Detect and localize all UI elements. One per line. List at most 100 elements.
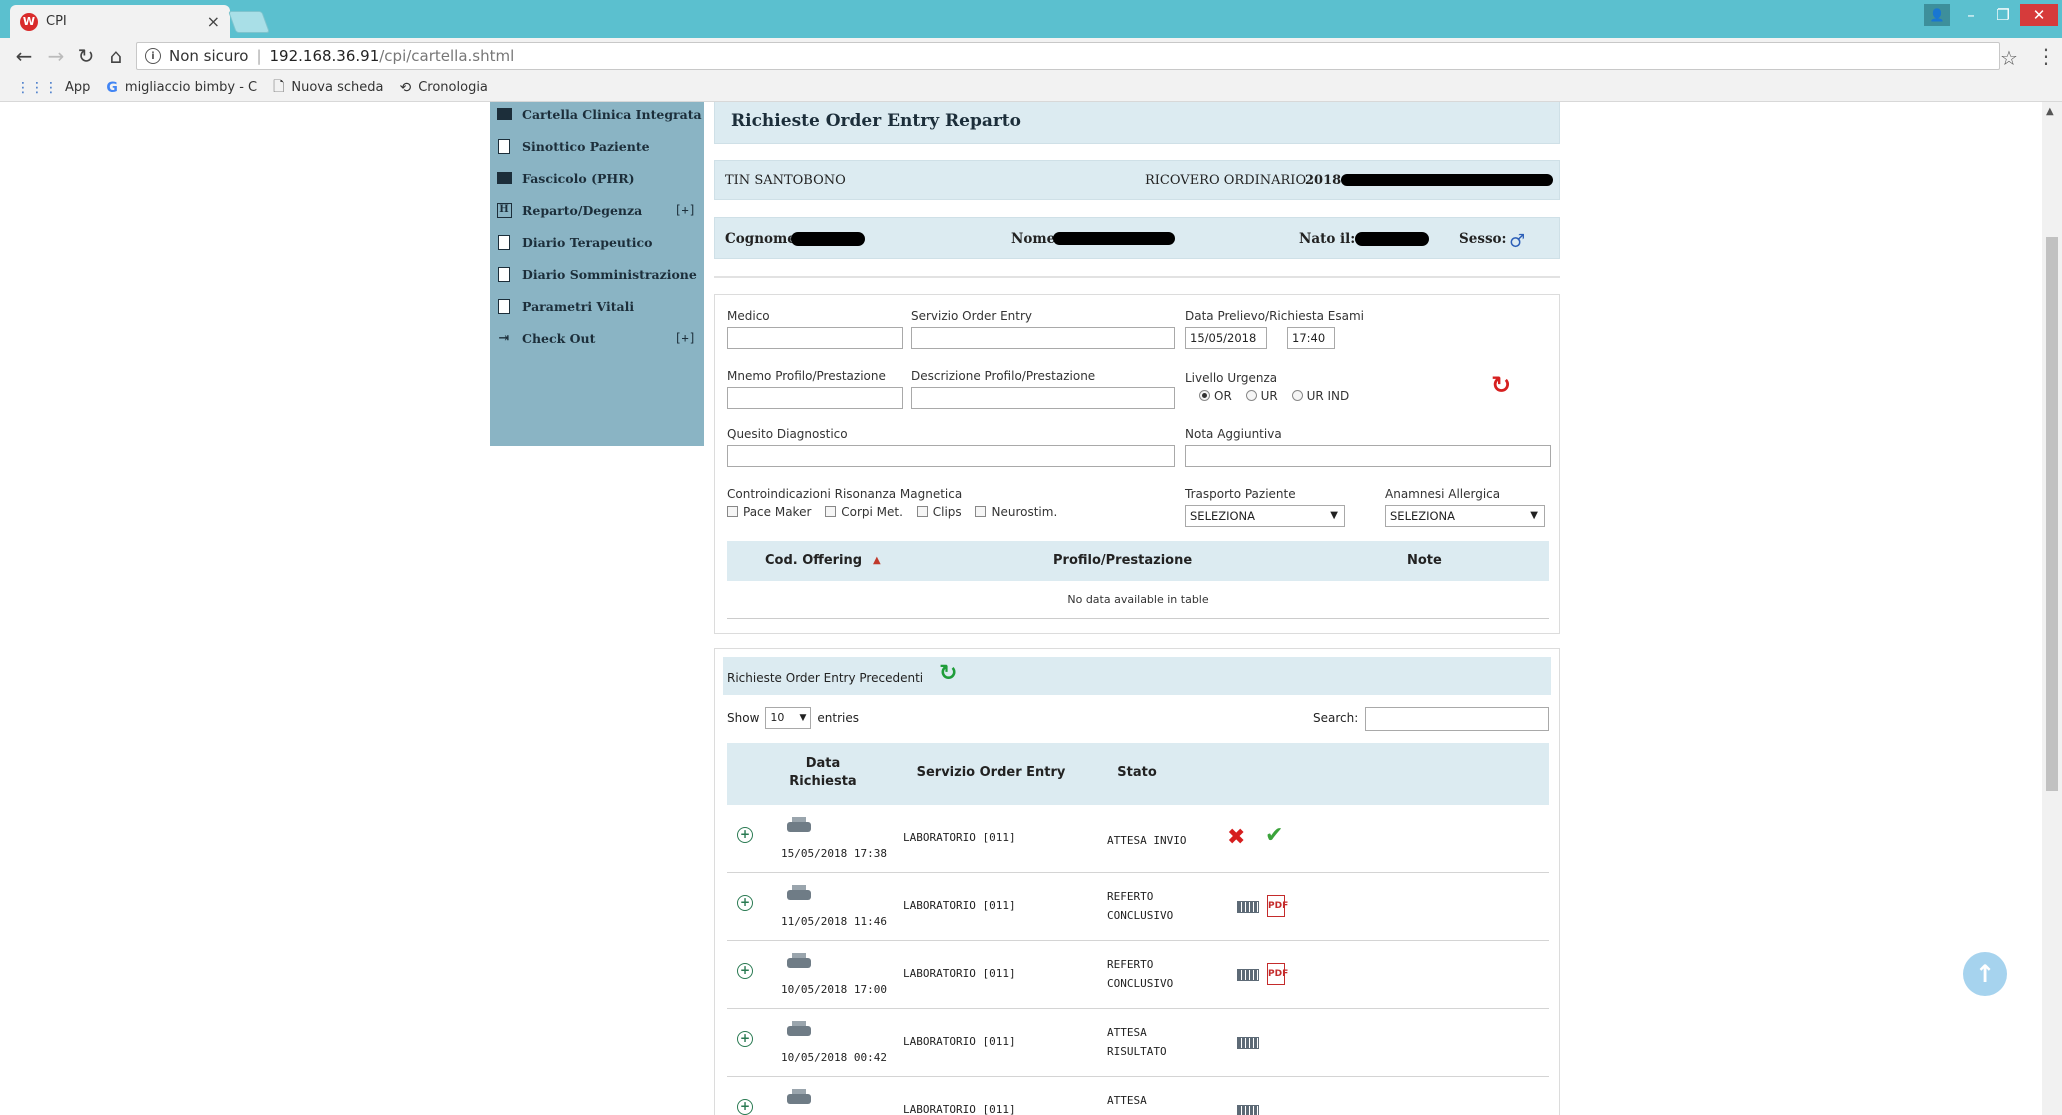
neurostim-option[interactable]: Neurostim. bbox=[975, 505, 1057, 519]
sidebar-item-diario-terapeutico[interactable]: Diario Terapeutico bbox=[490, 226, 704, 258]
sidebar-item-sinottico[interactable]: Sinottico Paziente bbox=[490, 130, 704, 162]
checkbox[interactable] bbox=[975, 506, 987, 517]
checkbox[interactable] bbox=[727, 506, 738, 517]
quesito-input[interactable] bbox=[727, 445, 1175, 467]
request-date: 11/05/2018 11:46 bbox=[781, 915, 887, 928]
expand-plus-icon[interactable]: + bbox=[737, 895, 753, 911]
radio-button[interactable] bbox=[1245, 390, 1257, 401]
expand-plus[interactable]: [+] bbox=[674, 331, 696, 345]
checkbox[interactable] bbox=[916, 506, 928, 517]
patient-bar: Cognome: Nome: Nato il: Sesso: ♂ bbox=[714, 217, 1560, 259]
anamnesi-select[interactable]: SELEZIONA ▼ bbox=[1385, 505, 1545, 527]
radio-button[interactable] bbox=[1291, 390, 1303, 401]
table-row[interactable]: + 10/05/2018 17:00 LABORATORIO [011] REF… bbox=[727, 941, 1549, 1009]
grid-icon[interactable] bbox=[1237, 901, 1259, 913]
home-icon[interactable]: ⌂ bbox=[104, 44, 128, 68]
expand-plus-icon[interactable]: + bbox=[737, 1099, 753, 1115]
grid-icon[interactable] bbox=[1237, 969, 1259, 981]
restore-button[interactable]: ❐ bbox=[1988, 4, 2018, 26]
sidebar-item-fascicolo[interactable]: Fascicolo (PHR) bbox=[490, 162, 704, 194]
refresh-icon[interactable]: ↻ bbox=[939, 661, 957, 686]
table-row[interactable]: + LABORATORIO [011] ATTESA bbox=[727, 1077, 1549, 1115]
expand-plus-icon[interactable]: + bbox=[737, 827, 753, 843]
bookmark-cronologia[interactable]: ⟲ Cronologia bbox=[399, 80, 487, 96]
corpi-met-option[interactable]: Corpi Met. bbox=[825, 505, 903, 519]
printer-icon[interactable] bbox=[787, 817, 811, 835]
bookmark-apps[interactable]: ⋮⋮⋮ App bbox=[16, 80, 90, 96]
scrollbar-thumb[interactable] bbox=[2046, 237, 2058, 791]
table-row[interactable]: + 11/05/2018 11:46 LABORATORIO [011] REF… bbox=[727, 873, 1549, 941]
sidebar-item-cartella[interactable]: Cartella Clinica Integrata bbox=[490, 102, 704, 130]
printer-icon[interactable] bbox=[787, 953, 811, 971]
urgenza-ur-option[interactable]: UR bbox=[1245, 389, 1278, 403]
servizio-input[interactable] bbox=[911, 327, 1175, 349]
sidebar-item-reparto[interactable]: H Reparto/Degenza [+] bbox=[490, 194, 704, 226]
expand-plus-icon[interactable]: + bbox=[737, 963, 753, 979]
scroll-to-top-button[interactable]: ↑ bbox=[1963, 952, 2007, 996]
sidebar-item-parametri-vitali[interactable]: Parametri Vitali bbox=[490, 290, 704, 322]
pdf-icon[interactable]: PDF bbox=[1267, 963, 1288, 985]
table-row[interactable]: + 15/05/2018 17:38 LABORATORIO [011] ATT… bbox=[727, 805, 1549, 873]
col-servizio[interactable]: Servizio Order Entry bbox=[903, 765, 1079, 780]
pdf-icon[interactable]: PDF bbox=[1267, 895, 1288, 917]
grid-icon[interactable] bbox=[1237, 1105, 1259, 1115]
time-input[interactable]: 17:40 bbox=[1287, 327, 1335, 349]
printer-icon[interactable] bbox=[787, 885, 811, 903]
col-note[interactable]: Note bbox=[1407, 553, 1442, 568]
address-bar[interactable]: i Non sicuro | 192.168.36.91 /cpi/cartel… bbox=[136, 42, 2000, 70]
printer-icon[interactable] bbox=[787, 1021, 811, 1039]
new-tab-button[interactable] bbox=[227, 11, 271, 33]
minimize-button[interactable]: – bbox=[1956, 4, 1986, 26]
scroll-up-arrow-icon[interactable]: ▲ bbox=[2046, 106, 2054, 117]
table-row[interactable]: + 10/05/2018 00:42 LABORATORIO [011] ATT… bbox=[727, 1009, 1549, 1077]
sidebar-item-diario-somministrazione[interactable]: Diario Somministrazione bbox=[490, 258, 704, 290]
descrizione-input[interactable] bbox=[911, 387, 1175, 409]
date-input[interactable]: 15/05/2018 bbox=[1185, 327, 1267, 349]
delete-x-icon[interactable]: ✖ bbox=[1227, 825, 1245, 850]
tab-close-icon[interactable]: × bbox=[207, 12, 220, 31]
search-label: Search: bbox=[1313, 711, 1359, 725]
menu-dots-icon[interactable]: ⋮ bbox=[2036, 44, 2056, 68]
nota-input[interactable] bbox=[1185, 445, 1551, 467]
confirm-check-icon[interactable]: ✔ bbox=[1265, 823, 1283, 848]
col-data-richiesta[interactable]: Data Richiesta bbox=[783, 755, 863, 791]
request-status: ATTESA INVIO bbox=[1107, 834, 1187, 847]
medico-input[interactable] bbox=[727, 327, 903, 349]
info-icon[interactable]: i bbox=[145, 48, 161, 64]
reload-icon[interactable]: ↻ bbox=[74, 44, 98, 68]
table-empty-message: No data available in table bbox=[727, 581, 1549, 619]
bookmark-nuova-scheda[interactable]: 🗋 Nuova scheda bbox=[273, 76, 383, 100]
browser-tab[interactable]: W CPI × bbox=[10, 5, 230, 38]
checkbox[interactable] bbox=[825, 506, 837, 517]
expand-plus-icon[interactable]: + bbox=[737, 1031, 753, 1047]
urgenza-urind-option[interactable]: UR IND bbox=[1291, 389, 1349, 403]
col-stato[interactable]: Stato bbox=[1107, 765, 1167, 780]
search-input[interactable] bbox=[1365, 707, 1549, 731]
sort-asc-icon[interactable]: ▲ bbox=[873, 555, 881, 566]
previous-requests-header: Richieste Order Entry Precedenti ↻ bbox=[723, 657, 1551, 695]
reset-refresh-icon[interactable]: ↻ bbox=[1491, 371, 1511, 399]
back-arrow-icon[interactable]: ← bbox=[12, 44, 36, 68]
col-profilo[interactable]: Profilo/Prestazione bbox=[1053, 553, 1192, 568]
clips-option[interactable]: Clips bbox=[916, 505, 962, 519]
grid-icon[interactable] bbox=[1237, 1037, 1259, 1049]
urgenza-label: Livello Urgenza bbox=[1185, 371, 1278, 385]
page-title: Richieste Order Entry Reparto bbox=[714, 102, 1560, 144]
radio-button[interactable] bbox=[1199, 390, 1210, 401]
previous-requests-title: Richieste Order Entry Precedenti bbox=[727, 671, 924, 685]
entries-select[interactable]: 10 ▼ bbox=[765, 707, 812, 729]
expand-plus[interactable]: [+] bbox=[674, 203, 696, 217]
col-cod-offering[interactable]: Cod. Offering bbox=[765, 553, 862, 568]
trasporto-select[interactable]: SELEZIONA ▼ bbox=[1185, 505, 1345, 527]
close-window-button[interactable]: ✕ bbox=[2020, 4, 2058, 26]
profile-icon[interactable]: 👤 bbox=[1924, 4, 1950, 26]
printer-icon[interactable] bbox=[787, 1089, 811, 1107]
page-scrollbar[interactable]: ▲ bbox=[2042, 102, 2062, 1115]
pace-maker-option[interactable]: Pace Maker bbox=[727, 505, 811, 519]
mnemo-input[interactable] bbox=[727, 387, 903, 409]
bookmark-migliaccio[interactable]: G migliaccio bimby - C bbox=[106, 80, 257, 96]
urgenza-or-option[interactable]: OR bbox=[1199, 389, 1232, 403]
bookmark-star-icon[interactable]: ☆ bbox=[2000, 46, 2018, 70]
sidebar-item-check-out[interactable]: ⇥ Check Out [+] bbox=[490, 322, 704, 354]
forward-arrow-icon[interactable]: → bbox=[44, 44, 68, 68]
